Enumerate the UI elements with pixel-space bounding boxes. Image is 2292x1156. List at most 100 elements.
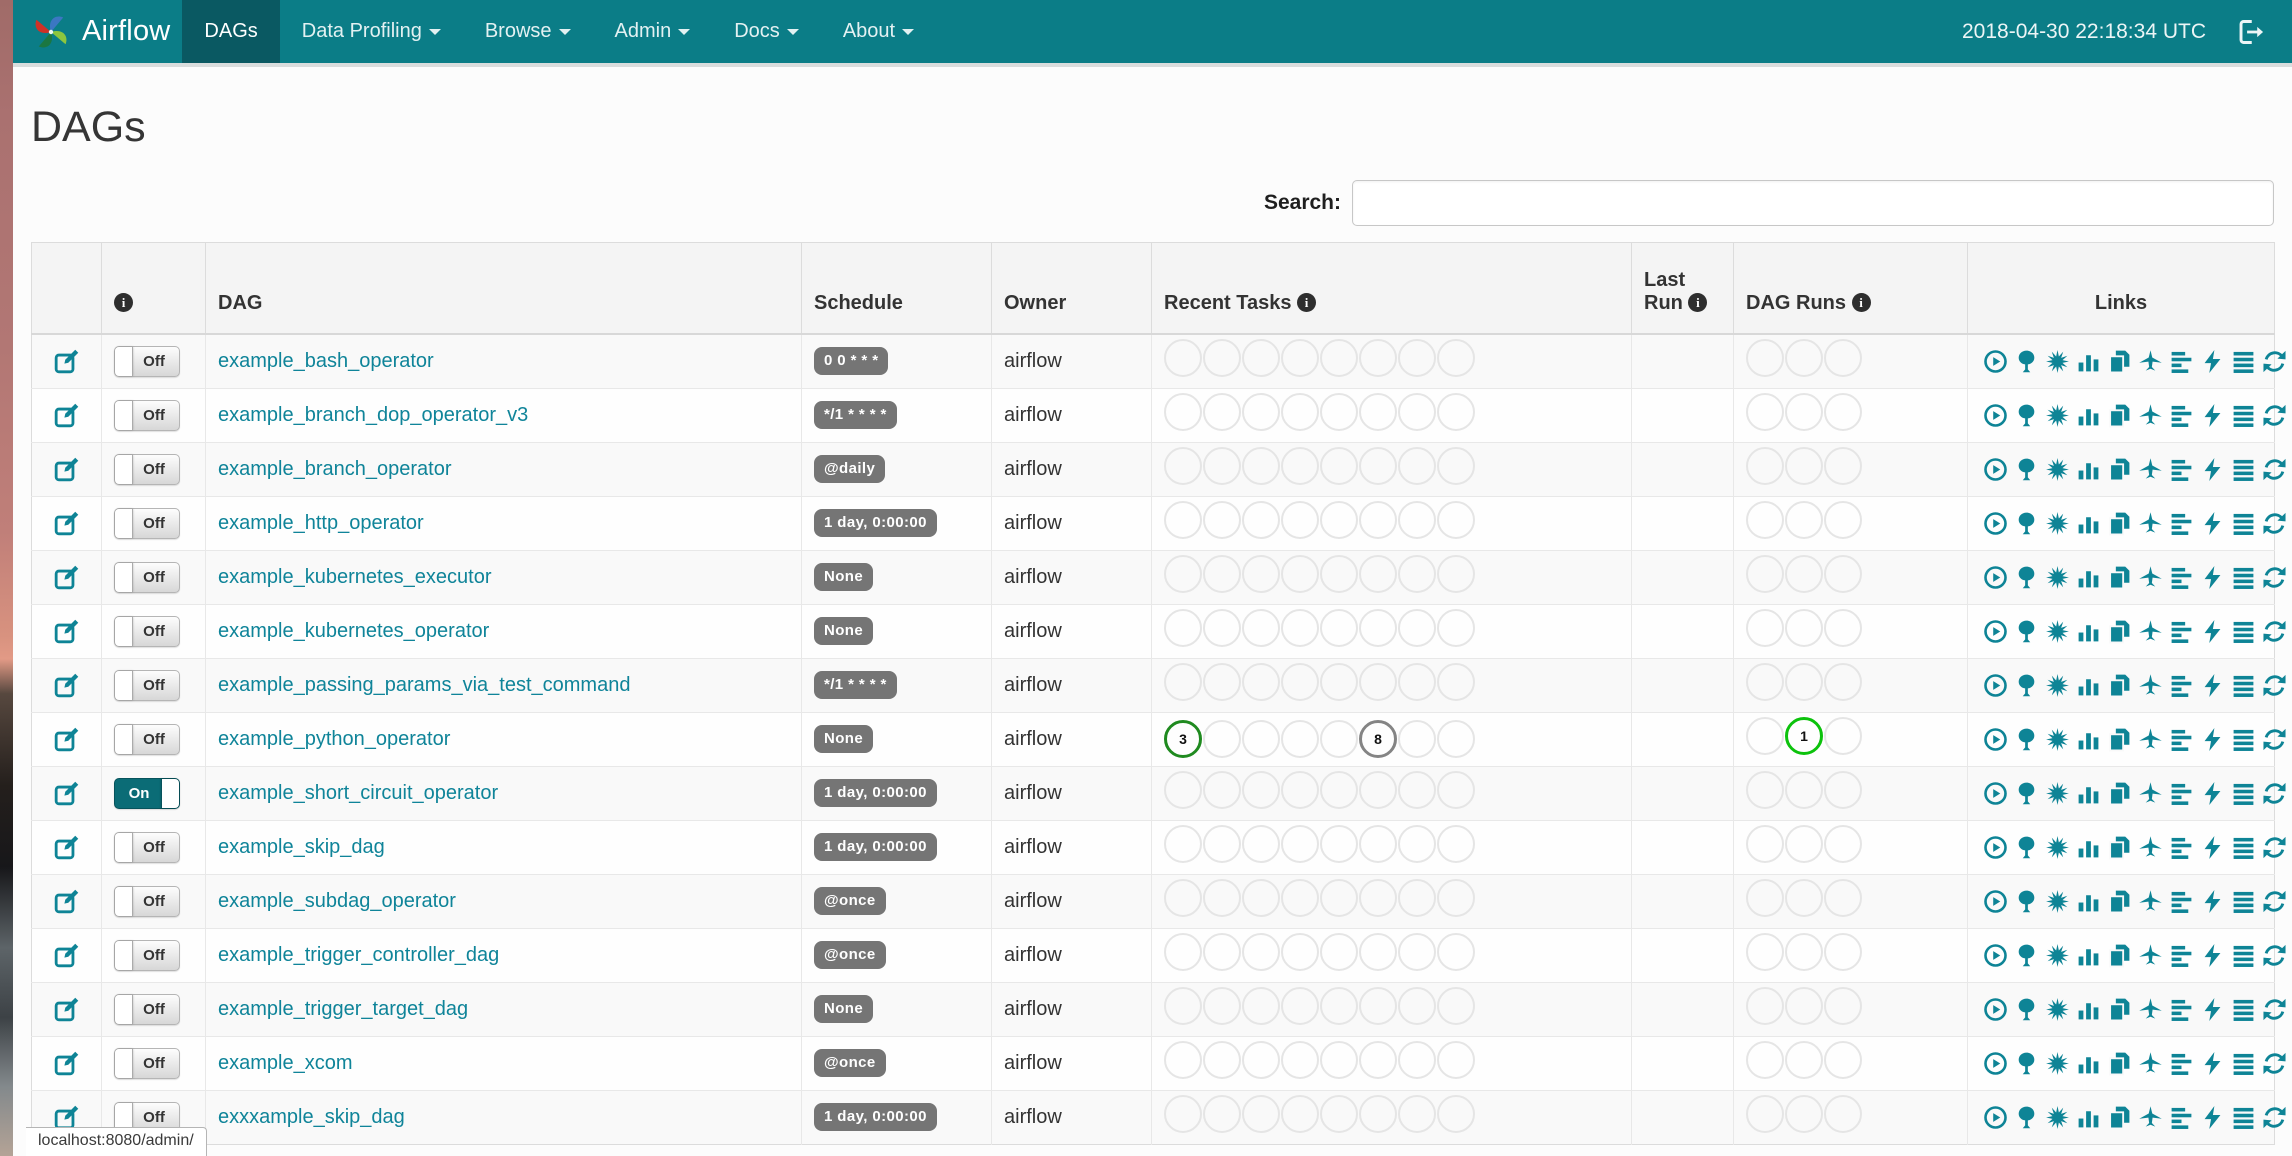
graph-view-icon[interactable] (2045, 457, 2070, 482)
task-state-circle-upstream_failed[interactable] (1281, 825, 1319, 863)
header-owner[interactable]: Owner (991, 242, 1152, 335)
log-view-icon[interactable] (2231, 1105, 2256, 1130)
task-state-circle-failed[interactable] (1242, 447, 1280, 485)
dag-link[interactable]: exxxample_skip_dag (218, 1106, 405, 1128)
gantt-view-icon[interactable] (2169, 403, 2194, 428)
graph-view-icon[interactable] (2045, 1051, 2070, 1076)
schedule-badge[interactable]: */1 * * * * (814, 401, 897, 429)
dag-pause-toggle[interactable]: Off (114, 399, 180, 431)
log-view-icon[interactable] (2231, 403, 2256, 428)
task-state-circle-failed[interactable] (1242, 555, 1280, 593)
code-view-icon[interactable] (2200, 1105, 2225, 1130)
task-state-circle-success[interactable]: 3 (1164, 720, 1202, 758)
task-state-circle-skipped[interactable] (1320, 987, 1358, 1025)
task-state-circle-queued[interactable] (1398, 987, 1436, 1025)
task-state-circle-running[interactable] (1203, 720, 1241, 758)
code-view-icon[interactable] (2200, 889, 2225, 914)
log-view-icon[interactable] (2231, 619, 2256, 644)
task-state-circle-success[interactable] (1164, 555, 1202, 593)
task-state-circle-running[interactable] (1203, 1041, 1241, 1079)
dag-link[interactable]: example_kubernetes_operator (218, 620, 489, 642)
task-state-circle-no_status[interactable] (1437, 447, 1475, 485)
graph-view-icon[interactable] (2045, 403, 2070, 428)
dag-run-circle-success[interactable] (1746, 717, 1784, 755)
refresh-icon[interactable] (2262, 997, 2287, 1022)
task-state-circle-running[interactable] (1203, 555, 1241, 593)
gantt-view-icon[interactable] (2169, 943, 2194, 968)
graph-view-icon[interactable] (2045, 1105, 2070, 1130)
task-state-circle-skipped[interactable] (1320, 720, 1358, 758)
task-state-circle-queued[interactable] (1398, 771, 1436, 809)
code-view-icon[interactable] (2200, 457, 2225, 482)
dag-run-circle-running[interactable] (1785, 501, 1823, 539)
task-state-circle-queued[interactable] (1398, 501, 1436, 539)
task-state-circle-upstream_failed[interactable] (1281, 663, 1319, 701)
graph-view-icon[interactable] (2045, 727, 2070, 752)
dag-pause-toggle[interactable]: On (114, 777, 180, 809)
task-duration-icon[interactable] (2076, 1105, 2101, 1130)
dag-run-circle-running[interactable] (1785, 393, 1823, 431)
dag-run-circle-failed[interactable] (1824, 663, 1862, 701)
dag-run-circle-running[interactable] (1785, 987, 1823, 1025)
task-state-circle-queued[interactable] (1398, 1041, 1436, 1079)
refresh-icon[interactable] (2262, 619, 2287, 644)
tree-view-icon[interactable] (2014, 727, 2039, 752)
task-duration-icon[interactable] (2076, 565, 2101, 590)
task-duration-icon[interactable] (2076, 997, 2101, 1022)
header-schedule[interactable]: Schedule (801, 242, 992, 335)
task-state-circle-no_status[interactable] (1437, 501, 1475, 539)
task-state-circle-success[interactable] (1164, 825, 1202, 863)
tree-view-icon[interactable] (2014, 889, 2039, 914)
trigger-dag-icon[interactable] (1983, 457, 2008, 482)
dag-run-circle-success[interactable] (1746, 393, 1784, 431)
task-state-circle-queued[interactable] (1398, 339, 1436, 378)
tree-view-icon[interactable] (2014, 619, 2039, 644)
task-state-circle-running[interactable] (1203, 447, 1241, 485)
tree-view-icon[interactable] (2014, 835, 2039, 860)
task-duration-icon[interactable] (2076, 727, 2101, 752)
task-state-circle-upstream_failed[interactable] (1281, 609, 1319, 647)
task-duration-icon[interactable] (2076, 1051, 2101, 1076)
task-state-circle-queued[interactable] (1398, 825, 1436, 863)
schedule-badge[interactable]: 1 day, 0:00:00 (814, 1103, 937, 1131)
dag-pause-toggle[interactable]: Off (114, 723, 180, 755)
task-state-circle-skipped[interactable] (1320, 555, 1358, 593)
dag-pause-toggle[interactable]: Off (114, 453, 180, 485)
task-state-circle-failed[interactable] (1242, 933, 1280, 971)
dag-run-circle-running[interactable] (1785, 771, 1823, 809)
dag-pause-toggle[interactable]: Off (114, 993, 180, 1025)
task-state-circle-no_status[interactable] (1437, 879, 1475, 917)
dag-run-circle-running[interactable] (1785, 609, 1823, 647)
task-state-circle-running[interactable] (1203, 933, 1241, 971)
trigger-dag-icon[interactable] (1983, 943, 2008, 968)
schedule-badge[interactable]: @once (814, 941, 886, 969)
code-view-icon[interactable] (2200, 673, 2225, 698)
task-duration-icon[interactable] (2076, 835, 2101, 860)
landing-times-icon[interactable] (2138, 511, 2163, 536)
task-duration-icon[interactable] (2076, 781, 2101, 806)
task-state-circle-no_status[interactable] (1437, 393, 1475, 431)
log-view-icon[interactable] (2231, 835, 2256, 860)
task-state-circle-no_status[interactable] (1437, 663, 1475, 701)
dag-run-circle-failed[interactable] (1824, 555, 1862, 593)
log-view-icon[interactable] (2231, 727, 2256, 752)
task-state-circle-upstream_failed[interactable] (1281, 879, 1319, 917)
task-state-circle-queued[interactable] (1398, 447, 1436, 485)
log-view-icon[interactable] (2231, 673, 2256, 698)
task-state-circle-no_status[interactable] (1437, 933, 1475, 971)
gantt-view-icon[interactable] (2169, 1105, 2194, 1130)
trigger-dag-icon[interactable] (1983, 619, 2008, 644)
task-state-circle-running[interactable] (1203, 501, 1241, 539)
graph-view-icon[interactable] (2045, 349, 2070, 374)
landing-times-icon[interactable] (2138, 1105, 2163, 1130)
edit-dag-icon[interactable] (54, 942, 80, 968)
trigger-dag-icon[interactable] (1983, 349, 2008, 374)
tree-view-icon[interactable] (2014, 349, 2039, 374)
task-state-circle-failed[interactable] (1242, 1041, 1280, 1079)
task-duration-icon[interactable] (2076, 889, 2101, 914)
task-state-circle-failed[interactable] (1242, 501, 1280, 539)
task-state-circle-running[interactable] (1203, 609, 1241, 647)
task-tries-icon[interactable] (2107, 943, 2132, 968)
task-state-circle-running[interactable] (1203, 339, 1241, 378)
task-state-circle-skipped[interactable] (1320, 825, 1358, 863)
